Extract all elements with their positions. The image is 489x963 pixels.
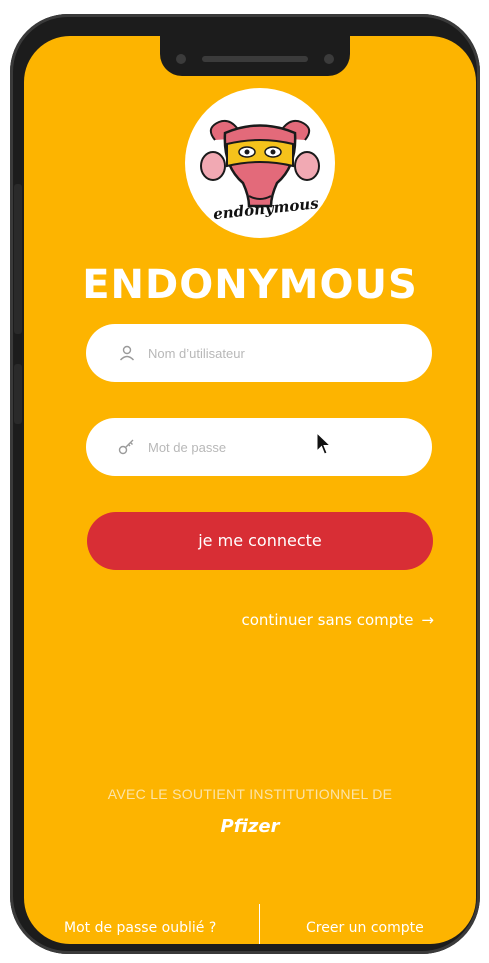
continue-without-account-link[interactable]: continuer sans compte → xyxy=(242,611,435,629)
phone-frame: endonymous ENDONYMOUS je me connecte xyxy=(10,14,480,954)
sponsor-name: Pfizer xyxy=(220,816,280,837)
username-input[interactable] xyxy=(146,344,410,362)
key-icon xyxy=(118,438,136,456)
sponsor-caption: AVEC LE SOUTIENT INSTITUTIONNEL DE xyxy=(107,786,393,802)
login-button[interactable]: je me connecte xyxy=(87,512,433,570)
password-field[interactable] xyxy=(86,418,432,476)
app-title: ENDONYMOUS xyxy=(82,262,418,308)
phone-notch xyxy=(160,36,350,76)
power-button xyxy=(14,364,22,424)
continue-without-account-label: continuer sans compte xyxy=(241,611,414,629)
app-screen: endonymous ENDONYMOUS je me connecte xyxy=(24,36,476,944)
footer-divider xyxy=(259,904,260,944)
username-field[interactable] xyxy=(86,324,432,382)
mouse-cursor-icon xyxy=(316,431,332,460)
forgot-password-link[interactable]: Mot de passe oublié ? xyxy=(64,920,216,936)
volume-button xyxy=(14,184,22,334)
app-logo: endonymous xyxy=(185,88,335,238)
arrow-right-icon: → xyxy=(421,611,434,629)
create-account-link[interactable]: Creer un compte xyxy=(306,920,424,936)
user-icon xyxy=(118,344,136,362)
password-input[interactable] xyxy=(146,438,410,456)
